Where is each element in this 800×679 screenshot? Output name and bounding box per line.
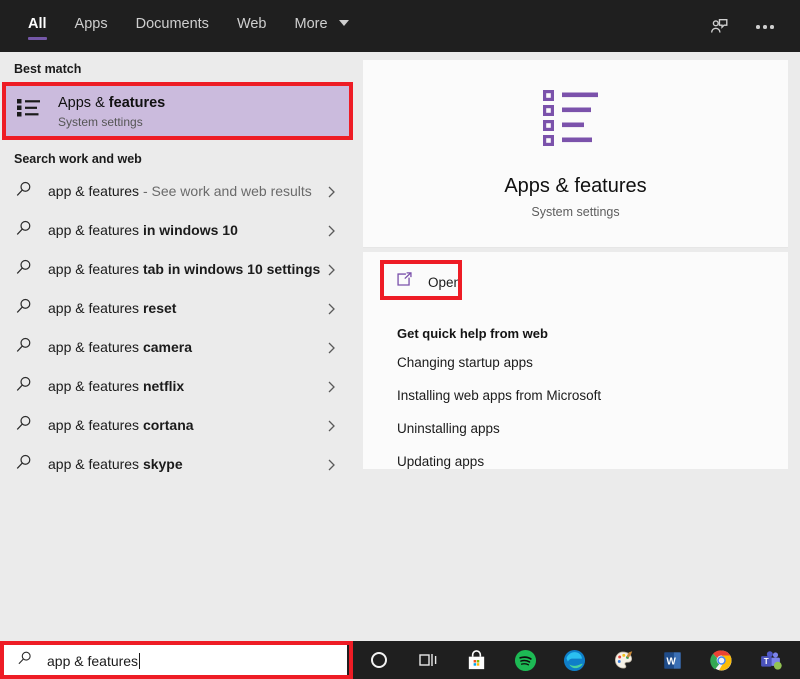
- preview-card-actions: Open Get quick help from web Changing st…: [363, 252, 788, 469]
- windows-search-panel: All Apps Documents Web More Best match A…: [0, 0, 800, 679]
- search-results-body: Best match Apps & features System settin…: [0, 52, 800, 641]
- search-icon: [14, 336, 36, 360]
- tab-more[interactable]: More: [281, 14, 363, 48]
- chevron-right-icon: [321, 301, 343, 317]
- best-match-title: Apps & features: [58, 94, 166, 111]
- best-match-subtitle: System settings: [58, 114, 143, 129]
- open-action-row: Open: [363, 252, 788, 312]
- chevron-right-icon: [321, 184, 343, 200]
- chevron-right-icon: [321, 223, 343, 239]
- list-item-label: app & features in windows 10: [48, 222, 238, 238]
- list-item[interactable]: app & features - See work and web result…: [0, 172, 353, 211]
- tab-apps[interactable]: Apps: [61, 14, 122, 48]
- chevron-down-icon: [338, 20, 349, 26]
- search-icon: [14, 258, 36, 282]
- tab-web[interactable]: Web: [223, 14, 281, 48]
- list-item[interactable]: app & features reset: [0, 289, 353, 328]
- list-item-label: app & features tab in windows 10 setting…: [48, 261, 321, 277]
- search-icon: [14, 180, 36, 204]
- results-column: Best match Apps & features System settin…: [0, 52, 353, 641]
- chevron-right-icon: [321, 262, 343, 278]
- quick-help-title: Get quick help from web: [397, 326, 548, 341]
- open-external-icon: [395, 271, 414, 294]
- svg-text:W: W: [666, 656, 676, 667]
- list-item[interactable]: app & features netflix: [0, 367, 353, 406]
- task-view-icon[interactable]: [404, 641, 451, 679]
- tab-all[interactable]: All: [14, 14, 61, 48]
- open-button[interactable]: Open: [387, 265, 475, 300]
- search-filter-tabbar: All Apps Documents Web More: [0, 0, 800, 52]
- svg-text:T: T: [764, 656, 769, 665]
- list-item[interactable]: app & features cortana: [0, 406, 353, 445]
- preview-card-hero: Apps & features System settings: [363, 60, 788, 248]
- list-item-label: app & features skype: [48, 456, 183, 472]
- best-match-container: Apps & features System settings: [2, 82, 353, 140]
- cortana-icon[interactable]: [355, 641, 402, 679]
- quick-help-section: Get quick help from web Changing startup…: [363, 312, 788, 469]
- list-settings-icon: [16, 97, 42, 126]
- list-item-label: app & features camera: [48, 339, 192, 355]
- list-item-label: app & features reset: [48, 300, 177, 316]
- google-chrome-icon[interactable]: [698, 641, 745, 679]
- list-item[interactable]: app & features in windows 10: [0, 211, 353, 250]
- tab-web-label: Web: [236, 16, 267, 32]
- chevron-right-icon: [321, 418, 343, 434]
- taskbar-search-area: app & features: [0, 641, 353, 679]
- quick-help-link[interactable]: Updating apps: [397, 454, 788, 469]
- search-input-value: app & features: [47, 652, 141, 669]
- tab-active-underline: [28, 37, 47, 40]
- search-icon: [16, 650, 33, 672]
- quick-help-link[interactable]: Changing startup apps: [397, 355, 788, 370]
- search-input[interactable]: app & features: [4, 645, 347, 676]
- taskbar: app & features W T: [0, 641, 800, 679]
- search-icon: [14, 375, 36, 399]
- ellipsis-icon[interactable]: [752, 14, 778, 40]
- preview-column: Apps & features System settings Open Get…: [353, 52, 800, 641]
- text-cursor: [139, 652, 141, 669]
- paint-icon[interactable]: [600, 641, 647, 679]
- open-button-label: Open: [428, 274, 462, 290]
- tab-list: All Apps Documents Web More: [0, 0, 363, 48]
- tabbar-actions: [706, 0, 800, 40]
- chevron-right-icon: [321, 379, 343, 395]
- microsoft-store-icon[interactable]: [453, 641, 500, 679]
- spotify-icon[interactable]: [502, 641, 549, 679]
- person-feedback-icon[interactable]: [706, 14, 732, 40]
- tab-documents-label: Documents: [135, 16, 209, 32]
- quick-help-link[interactable]: Uninstalling apps: [397, 421, 788, 436]
- best-match-item-apps-and-features[interactable]: Apps & features System settings: [2, 82, 351, 140]
- best-match-header: Best match: [14, 62, 82, 76]
- tab-more-label: More: [294, 16, 328, 32]
- preview-subtitle: System settings: [531, 205, 620, 219]
- tab-all-label: All: [28, 16, 47, 32]
- preview-title: Apps & features: [504, 175, 647, 197]
- microsoft-teams-icon[interactable]: T: [747, 641, 794, 679]
- search-work-and-web-header: Search work and web: [14, 152, 142, 166]
- search-icon: [14, 219, 36, 243]
- microsoft-word-icon[interactable]: W: [649, 641, 696, 679]
- list-settings-icon: [541, 88, 611, 155]
- taskbar-icons: W T: [355, 641, 794, 679]
- list-item-label: app & features netflix: [48, 378, 185, 394]
- chevron-right-icon: [321, 340, 343, 356]
- list-item[interactable]: app & features skype: [0, 445, 353, 484]
- list-item[interactable]: app & features camera: [0, 328, 353, 367]
- preview-hero: Apps & features System settings: [363, 60, 788, 248]
- list-item-label: app & features cortana: [48, 417, 194, 433]
- best-match-text: Apps & features System settings: [58, 94, 165, 129]
- search-icon: [14, 453, 36, 477]
- quick-help-link[interactable]: Installing web apps from Microsoft: [397, 388, 788, 403]
- tab-apps-label: Apps: [74, 16, 108, 32]
- list-item-label: app & features - See work and web result…: [48, 183, 312, 199]
- tab-documents[interactable]: Documents: [122, 14, 223, 48]
- list-item[interactable]: app & features tab in windows 10 setting…: [0, 250, 353, 289]
- search-icon: [14, 297, 36, 321]
- microsoft-edge-icon[interactable]: [551, 641, 598, 679]
- search-icon: [14, 414, 36, 438]
- chevron-right-icon: [321, 457, 343, 473]
